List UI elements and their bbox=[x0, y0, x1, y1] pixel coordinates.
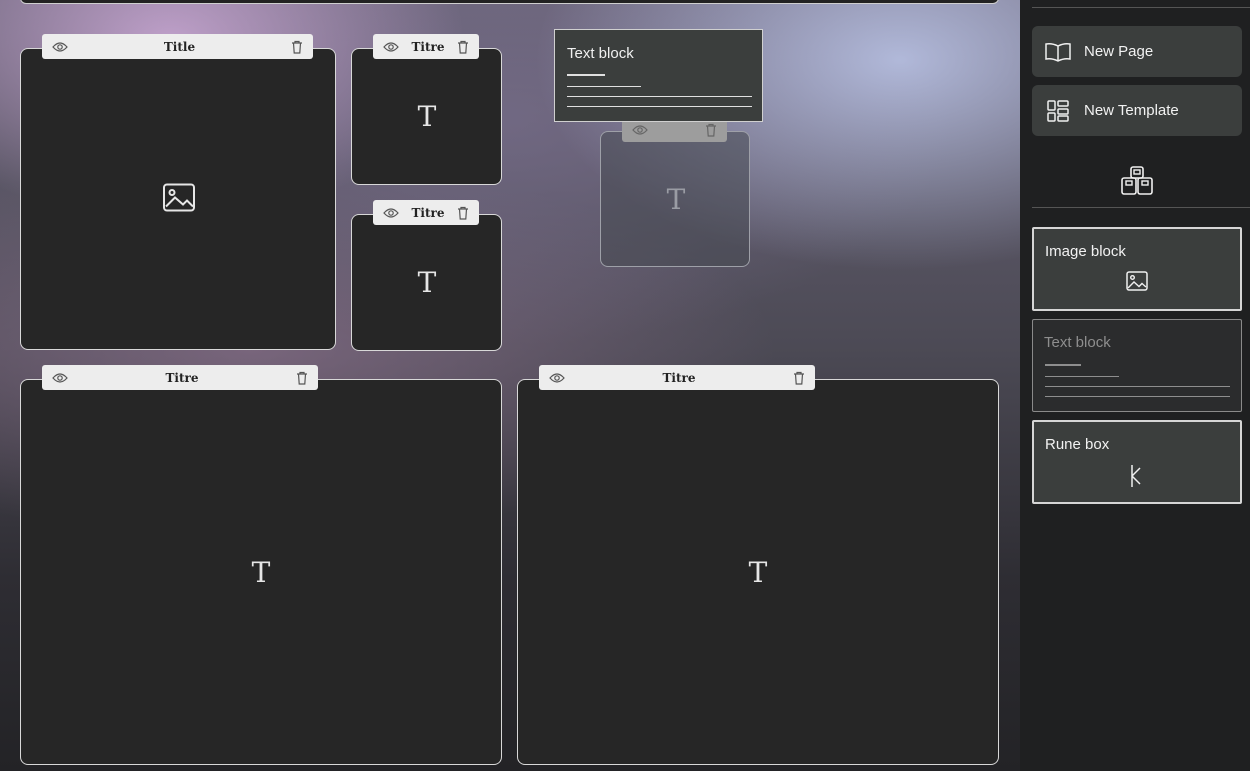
text-block-card[interactable]: Text block bbox=[1032, 319, 1242, 412]
book-icon bbox=[1044, 38, 1072, 66]
dragged-text-block[interactable]: Text block bbox=[554, 29, 763, 122]
block-header[interactable]: Titre bbox=[373, 200, 479, 225]
visibility-eye-icon[interactable] bbox=[383, 207, 399, 219]
trash-icon[interactable] bbox=[457, 206, 469, 220]
visibility-eye-icon bbox=[632, 124, 648, 136]
text-line bbox=[1045, 376, 1119, 377]
top-bar bbox=[20, 0, 999, 4]
trash-icon[interactable] bbox=[457, 40, 469, 54]
card-label: Rune box bbox=[1045, 436, 1110, 453]
trash-icon[interactable] bbox=[793, 371, 805, 385]
block-header[interactable]: Titre bbox=[539, 365, 815, 390]
trash-icon[interactable] bbox=[296, 371, 308, 385]
image-block[interactable] bbox=[20, 48, 336, 350]
text-block[interactable]: T bbox=[517, 379, 999, 765]
template-icon bbox=[1044, 97, 1072, 125]
text-line bbox=[1045, 364, 1081, 366]
trash-icon bbox=[705, 123, 717, 137]
text-line bbox=[567, 74, 605, 76]
block-title[interactable]: Title bbox=[164, 40, 195, 54]
visibility-eye-icon[interactable] bbox=[383, 41, 399, 53]
image-icon bbox=[1126, 271, 1148, 296]
text-block[interactable]: T bbox=[351, 48, 502, 185]
text-line bbox=[1045, 386, 1230, 387]
text-line bbox=[567, 86, 641, 87]
blocks-icon[interactable] bbox=[1120, 165, 1154, 202]
divider bbox=[1032, 207, 1250, 208]
text-icon: T bbox=[417, 100, 437, 133]
text-icon: T bbox=[251, 556, 271, 589]
visibility-eye-icon[interactable] bbox=[52, 41, 68, 53]
text-line bbox=[1045, 396, 1230, 397]
text-icon: T bbox=[666, 183, 686, 216]
block-title[interactable]: Titre bbox=[166, 371, 199, 385]
new-template-button[interactable]: New Template bbox=[1032, 85, 1242, 136]
new-page-label: New Page bbox=[1084, 43, 1154, 60]
block-header[interactable]: Titre bbox=[373, 34, 479, 59]
image-block-card[interactable]: Image block bbox=[1032, 227, 1242, 311]
text-icon: T bbox=[748, 556, 768, 589]
rune-box-card[interactable]: Rune box bbox=[1032, 420, 1242, 504]
text-block[interactable]: T bbox=[20, 379, 502, 765]
editor-canvas[interactable]: Title T Titre T Titre T Text block T Tit… bbox=[0, 0, 1020, 771]
drop-preview-block: T bbox=[600, 131, 750, 267]
image-icon bbox=[163, 183, 195, 217]
text-line bbox=[567, 96, 752, 97]
block-header[interactable]: Title bbox=[42, 34, 313, 59]
block-title[interactable]: Titre bbox=[412, 206, 445, 220]
block-title[interactable]: Titre bbox=[412, 40, 445, 54]
block-header[interactable]: Titre bbox=[42, 365, 318, 390]
trash-icon[interactable] bbox=[291, 40, 303, 54]
card-label: Image block bbox=[1045, 243, 1126, 260]
sidebar: New Page New Template Image block Text b… bbox=[1020, 0, 1250, 771]
dragged-block-label: Text block bbox=[567, 45, 634, 62]
visibility-eye-icon[interactable] bbox=[549, 372, 565, 384]
rune-icon bbox=[1129, 464, 1145, 493]
text-line bbox=[567, 106, 752, 107]
visibility-eye-icon[interactable] bbox=[52, 372, 68, 384]
new-page-button[interactable]: New Page bbox=[1032, 26, 1242, 77]
block-title[interactable]: Titre bbox=[663, 371, 696, 385]
card-label: Text block bbox=[1044, 334, 1111, 351]
divider bbox=[1032, 7, 1250, 8]
new-template-label: New Template bbox=[1084, 102, 1179, 119]
text-block[interactable]: T bbox=[351, 214, 502, 351]
text-icon: T bbox=[417, 266, 437, 299]
